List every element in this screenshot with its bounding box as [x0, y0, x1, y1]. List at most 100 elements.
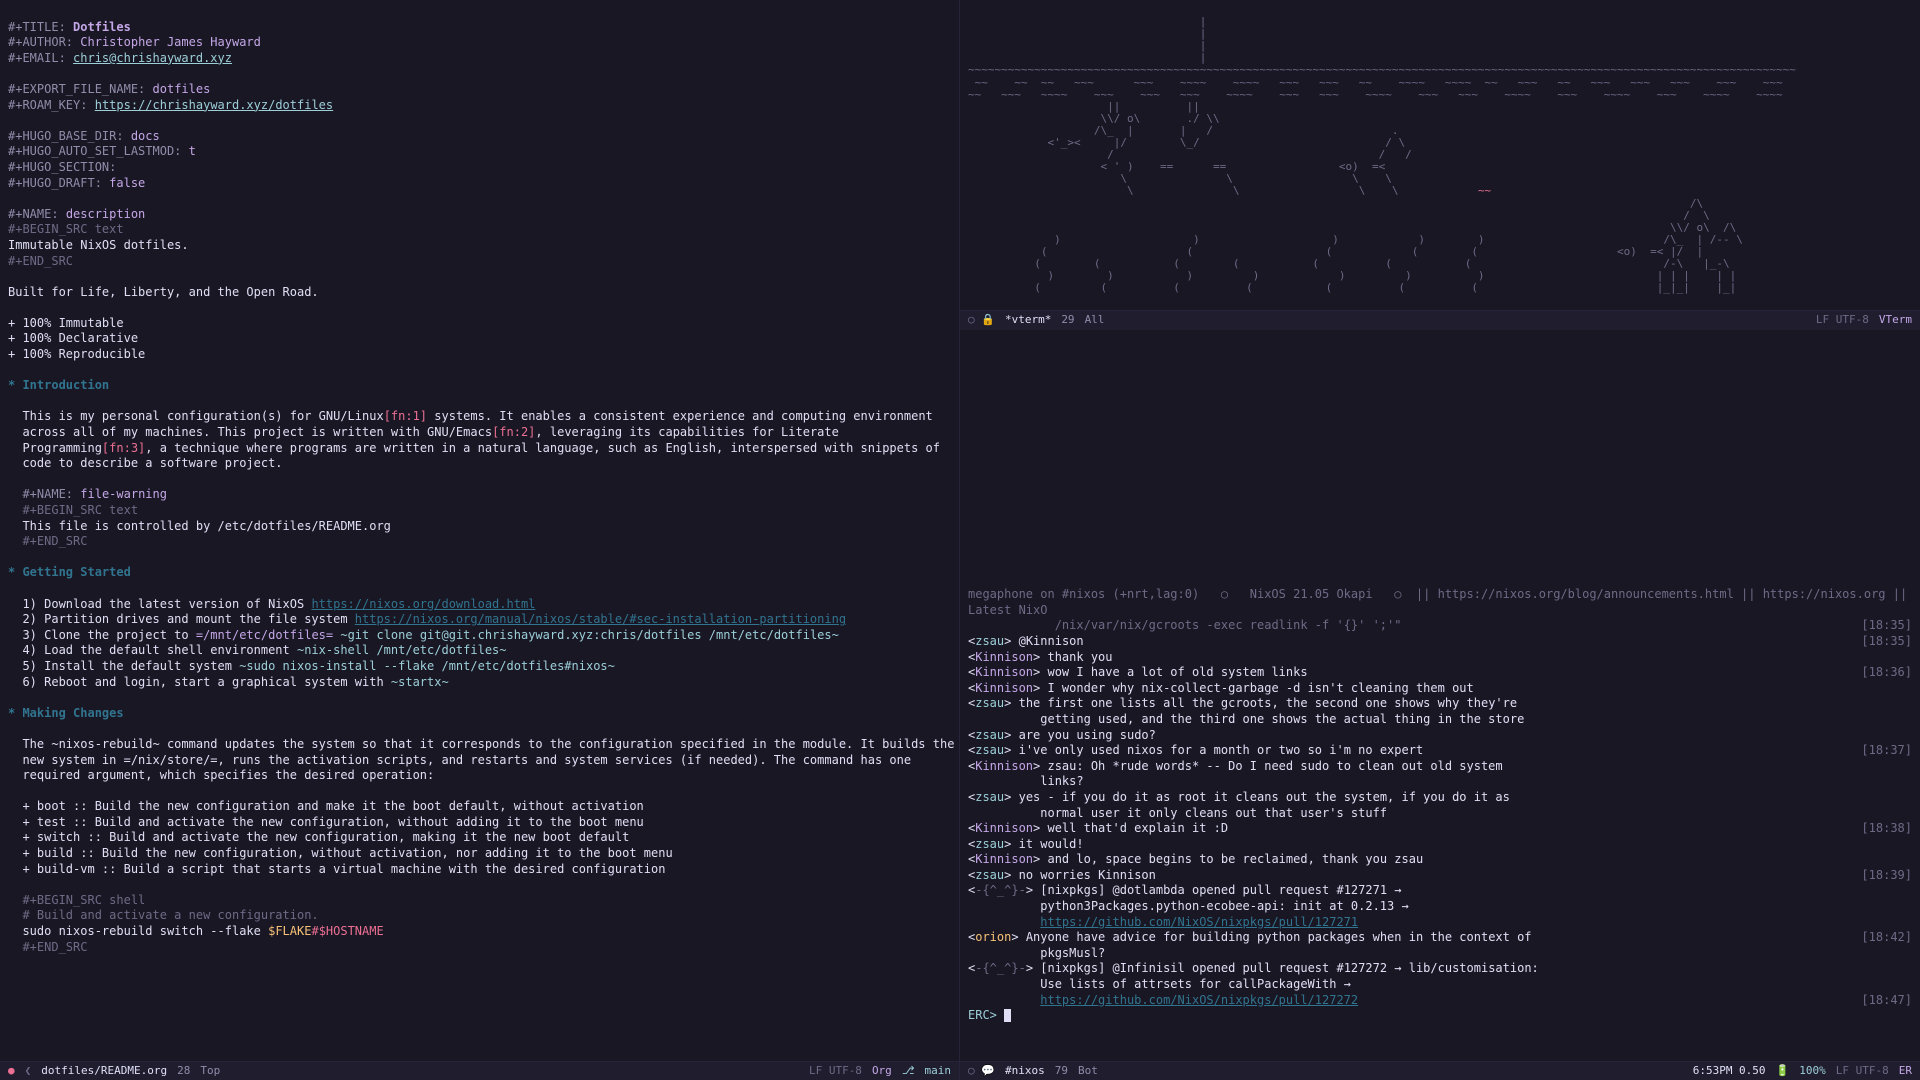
irc-link[interactable]: https://github.com/NixOS/nixpkgs/pull/12… — [1040, 993, 1358, 1007]
heading-getting-started[interactable]: * Getting Started — [8, 565, 131, 579]
irc-nick[interactable]: -{^_^}- — [975, 883, 1026, 897]
irc-message: [18:39]<zsau> no worries Kinnison — [968, 868, 1912, 884]
cursor-icon[interactable] — [1004, 1009, 1011, 1022]
hugo-draft-val: false — [109, 176, 145, 190]
gs-l2b-link[interactable]: https://nixos.org/manual/nixos/stable/#s… — [355, 612, 846, 626]
irc-text: python3Packages.python-ecobee-api: init … — [968, 899, 1409, 913]
irc-message: <-{^_^}-> [nixpkgs] @Infinisil opened pu… — [968, 961, 1912, 977]
irc-nick[interactable]: Kinnison — [975, 650, 1033, 664]
irc-nick[interactable]: -{^_^}- — [975, 961, 1026, 975]
irc-timestamp: [18:39] — [1861, 868, 1912, 884]
irc-mode: ER — [1899, 1064, 1912, 1078]
org-email-kw: #+EMAIL: — [8, 51, 66, 65]
irc-modeline: ○ 💬 #nixos 79 Bot 6:53PM 0.50 🔋 100% LF … — [960, 1061, 1920, 1080]
irc-message: [18:35]<zsau> @Kinnison — [968, 634, 1912, 650]
warn-body: This file is controlled by /etc/dotfiles… — [8, 519, 391, 533]
irc-message: <Kinnison> zsau: Oh *rude words* -- Do I… — [968, 759, 1912, 775]
footnote-1[interactable]: [fn:1] — [384, 409, 427, 423]
irc-nick[interactable]: zsau — [975, 868, 1004, 882]
irc-text: Use lists of attrsets for callPackageWit… — [968, 977, 1351, 991]
gs-l3cmd: ~git clone git@git.chrishayward.xyz:chri… — [333, 628, 839, 642]
irc-message: Use lists of attrsets for callPackageWit… — [968, 977, 1912, 993]
org-email-val[interactable]: chris@chrishayward.xyz — [73, 51, 232, 65]
footnote-3[interactable]: [fn:3] — [102, 441, 145, 455]
gs-l4a: 4) Load the default shell environment — [8, 643, 297, 657]
erc-prompt: ERC> — [968, 1008, 997, 1022]
irc-text: Anyone have advice for building python p… — [1026, 930, 1532, 944]
mc-item-1: + test :: Build and activate the new con… — [8, 815, 644, 829]
irc-text: yes - if you do it as root it cleans out… — [1019, 790, 1510, 804]
footnote-2[interactable]: [fn:2] — [492, 425, 535, 439]
intro-p1b: systems. It enables a consistent experie… — [427, 409, 933, 423]
irc-buffer-name[interactable]: #nixos — [1005, 1064, 1045, 1078]
irc-text: are you using sudo? — [1019, 728, 1156, 742]
irc-buffer[interactable]: megaphone on #nixos (+nrt,lag:0) ○ NixOS… — [960, 583, 1920, 1061]
irc-text: [nixpkgs] @dotlambda opened pull request… — [1040, 883, 1401, 897]
back-icon[interactable]: ❮ — [25, 1064, 32, 1078]
irc-message: <zsau> it would! — [968, 837, 1912, 853]
org-export-val: dotfiles — [153, 82, 211, 96]
irc-message: https://github.com/NixOS/nixpkgs/pull/12… — [968, 915, 1912, 931]
vterm-encoding: LF UTF-8 — [1816, 313, 1869, 327]
irc-nick[interactable]: zsau — [975, 728, 1004, 742]
irc-nick[interactable]: Kinnison — [975, 821, 1033, 835]
intro-p3b: , a technique where programs are written… — [145, 441, 940, 455]
irc-text: wow I have a lot of old system links — [1047, 665, 1307, 679]
line-number: 28 — [177, 1064, 190, 1078]
org-roam-val[interactable]: https://chrishayward.xyz/dotfiles — [95, 98, 333, 112]
org-roam-kw: #+ROAM_KEY: — [8, 98, 87, 112]
irc-nick[interactable]: Kinnison — [975, 759, 1033, 773]
gs-l5a: 5) Install the default system — [8, 659, 239, 673]
irc-message: links? — [968, 774, 1912, 790]
vc-branch[interactable]: main — [925, 1064, 952, 1078]
irc-text: pkgsMusl? — [968, 946, 1105, 960]
desc-end: #+END_SRC — [8, 254, 73, 268]
vterm-position: All — [1085, 313, 1105, 327]
irc-nick[interactable]: Kinnison — [975, 665, 1033, 679]
heading-intro[interactable]: * Introduction — [8, 378, 109, 392]
irc-text: i've only used nixos for a month or two … — [1019, 743, 1424, 757]
org-author-kw: #+AUTHOR: — [8, 35, 73, 49]
irc-nick[interactable]: zsau — [975, 634, 1004, 648]
mc-src-var: $FLAKE — [268, 924, 311, 938]
intro-p2a: across all of my machines. This project … — [8, 425, 492, 439]
feature-0: + 100% Immutable — [8, 316, 124, 330]
irc-timestamp: [18:35] — [1861, 618, 1912, 634]
mc-src-hash: # — [311, 924, 318, 938]
gs-l1b-link[interactable]: https://nixos.org/download.html — [311, 597, 535, 611]
intro-p4: code to describe a software project. — [8, 456, 283, 470]
hugo-base-val: docs — [131, 129, 160, 143]
irc-nick[interactable]: Kinnison — [975, 681, 1033, 695]
desc-name-val: description — [66, 207, 145, 221]
irc-timestamp: [18:37] — [1861, 743, 1912, 759]
org-buffer[interactable]: #+TITLE: Dotfiles #+AUTHOR: Christopher … — [0, 0, 959, 1061]
gs-l3a: 3) Clone the project to — [8, 628, 196, 642]
irc-link[interactable]: https://github.com/NixOS/nixpkgs/pull/12… — [1040, 915, 1358, 929]
irc-message: [18:38]<Kinnison> well that'd explain it… — [968, 821, 1912, 837]
vterm-line: 29 — [1061, 313, 1074, 327]
vterm-mode: VTerm — [1879, 313, 1912, 327]
irc-message: <-{^_^}-> [nixpkgs] @dotlambda opened pu… — [968, 883, 1912, 899]
intro-p2b: , leveraging its capabilities for Litera… — [535, 425, 838, 439]
irc-nick[interactable]: Kinnison — [975, 852, 1033, 866]
irc-nick[interactable]: zsau — [975, 696, 1004, 710]
org-author-val: Christopher James Hayward — [80, 35, 261, 49]
desc-body: Immutable NixOS dotfiles. — [8, 238, 189, 252]
irc-message: <zsau> the first one lists all the gcroo… — [968, 696, 1912, 712]
buffer-name[interactable]: dotfiles/README.org — [41, 1064, 167, 1078]
irc-nick[interactable]: zsau — [975, 837, 1004, 851]
heading-making-changes[interactable]: * Making Changes — [8, 706, 124, 720]
mc-item-2: + switch :: Build and activate the new c… — [8, 830, 629, 844]
warn-name-val: file-warning — [80, 487, 167, 501]
irc-message: python3Packages.python-ecobee-api: init … — [968, 899, 1912, 915]
vterm-modeline: ○ 🔒 *vterm* 29 All LF UTF-8 VTerm — [960, 310, 1920, 329]
vc-branch-icon: ⎇ — [902, 1064, 915, 1078]
irc-text: it would! — [1019, 837, 1084, 851]
irc-text: @Kinnison — [1019, 634, 1084, 648]
irc-nick[interactable]: zsau — [975, 743, 1004, 757]
irc-message: [18:37]<zsau> i've only used nixos for a… — [968, 743, 1912, 759]
irc-nick[interactable]: orion — [975, 930, 1011, 944]
irc-nick[interactable]: zsau — [975, 790, 1004, 804]
vterm-buffer[interactable]: | | | | ~~~~~~~~~~~~~~~~~~~~~~~~~~~~~~~~… — [960, 0, 1920, 310]
vterm-buffer-name[interactable]: *vterm* — [1005, 313, 1051, 327]
